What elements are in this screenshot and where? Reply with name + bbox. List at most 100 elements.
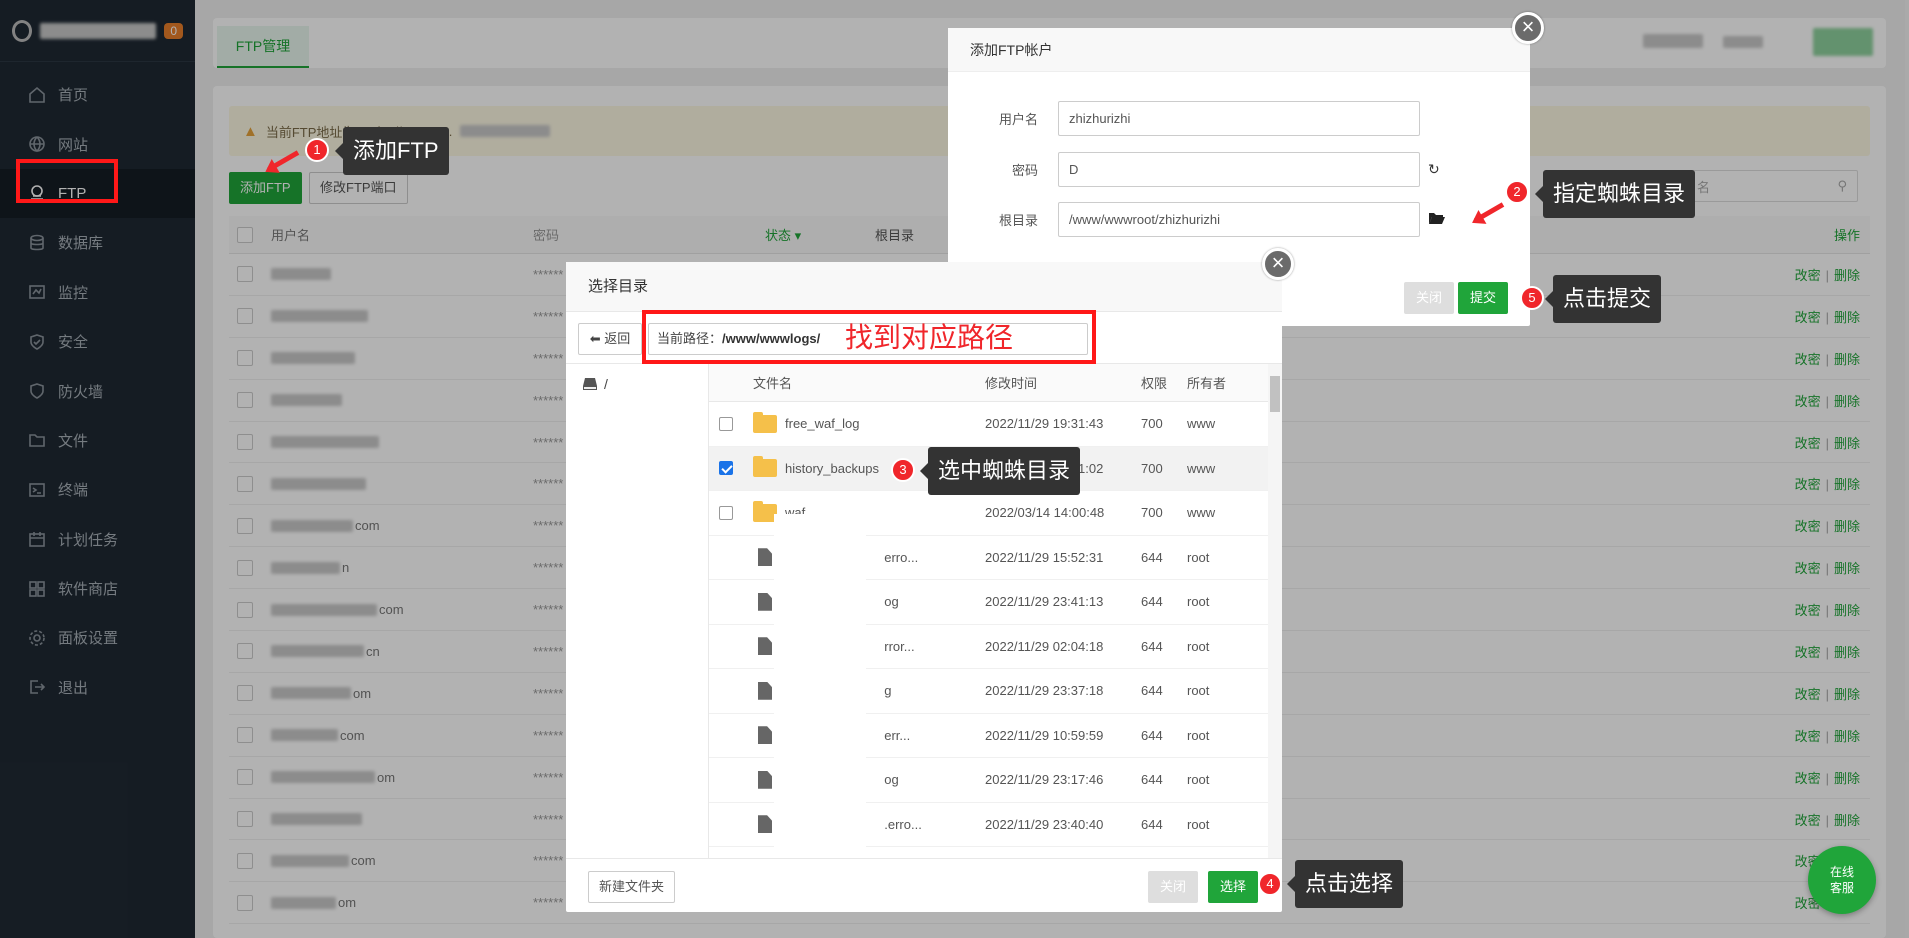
file-icon xyxy=(758,592,772,611)
back-button[interactable]: ⬅ 返回 xyxy=(578,323,642,355)
dir-item-owner: www xyxy=(1187,416,1216,432)
step-badge-1: 1 xyxy=(305,138,329,162)
tip-add-ftp: 添加FTP xyxy=(335,127,449,175)
col-perm: 权限 xyxy=(1141,376,1168,391)
password-row: 密码 D ↻ xyxy=(948,152,1530,187)
dir-item-time: 2022/11/29 02:04:18 xyxy=(985,638,1104,654)
tree-root-label: / xyxy=(604,376,608,392)
path-hint-label: 找到对应路径 xyxy=(845,322,1014,353)
dir-item-perm: 700 xyxy=(1141,416,1163,432)
dir-list-scrollbar[interactable] xyxy=(1268,364,1282,858)
step-badge-4: 4 xyxy=(1258,872,1282,896)
dir-item-time: 2022/11/29 23:40:40 xyxy=(985,816,1104,832)
dir-item-time: 2022/11/29 10:59:59 xyxy=(985,727,1104,743)
select-dir-title: 选择目录 xyxy=(566,262,1282,312)
ftp-dialog-submit-button[interactable]: 提交 xyxy=(1458,282,1508,314)
dir-dialog-select-button[interactable]: 选择 xyxy=(1208,871,1258,903)
dir-item-time: 2022/11/29 23:37:18 xyxy=(985,683,1104,699)
dir-list-header: 文件名 修改时间 权限 所有者 xyxy=(709,364,1282,402)
root-dir-row: 根目录 /www/wwwroot/zhizhurizhi xyxy=(948,202,1530,237)
folder-open-icon[interactable] xyxy=(1428,211,1446,228)
step-badge-3: 3 xyxy=(891,458,915,482)
highlight-ftp-menu xyxy=(16,159,118,203)
dir-item-owner: root xyxy=(1187,772,1210,788)
dir-item-checkbox[interactable] xyxy=(719,505,733,520)
file-icon xyxy=(758,637,772,656)
dir-item-checkbox[interactable] xyxy=(719,416,733,431)
dir-item-owner: www xyxy=(1187,505,1216,521)
tree-root-item[interactable]: / xyxy=(582,376,608,392)
tip-specify-dir: 指定蜘蛛目录 xyxy=(1534,170,1696,218)
online-support-button[interactable]: 在线 客服 xyxy=(1808,846,1876,914)
add-ftp-dialog-title: 添加FTP帐户 xyxy=(948,28,1530,72)
dir-item-perm: 644 xyxy=(1141,816,1163,832)
dir-item-owner: www xyxy=(1187,460,1216,476)
dir-item-owner: root xyxy=(1187,638,1210,654)
dir-item-perm: 644 xyxy=(1141,727,1163,743)
step-badge-5: 5 xyxy=(1520,286,1544,310)
dir-item-perm: 644 xyxy=(1141,638,1163,654)
folder-icon xyxy=(753,456,777,478)
tip-select-spider-dir: 选中蜘蛛目录 xyxy=(919,447,1081,495)
dir-item-perm: 644 xyxy=(1141,772,1163,788)
username-label: 用户名 xyxy=(998,112,1038,127)
file-icon xyxy=(758,681,772,700)
file-icon xyxy=(758,548,772,567)
tip-click-submit: 点击提交 xyxy=(1544,275,1662,323)
dir-item-name-cell: free_waf_log xyxy=(753,411,985,433)
dir-item-owner: root xyxy=(1187,727,1210,743)
password-input[interactable]: D xyxy=(1058,152,1420,187)
dir-item-name-tail: .erro... xyxy=(884,816,922,832)
dir-item-time: 2022/03/14 14:00:48 xyxy=(985,505,1105,521)
username-input[interactable]: zhizhurizhi xyxy=(1058,101,1420,136)
username-row: 用户名 zhizhurizhi xyxy=(948,101,1530,136)
dir-item-checkbox[interactable] xyxy=(719,461,733,476)
filename-redaction xyxy=(774,514,866,854)
dir-item-name-tail: err... xyxy=(884,727,911,743)
dir-dialog-close-button[interactable]: 关闭 xyxy=(1148,871,1198,903)
root-dir-input[interactable]: /www/wwwroot/zhizhurizhi xyxy=(1058,202,1420,237)
dir-item-name-tail: og xyxy=(884,594,899,610)
folder-icon xyxy=(753,411,777,433)
ftp-dialog-close-icon[interactable]: × xyxy=(1512,12,1544,44)
dir-item-name-tail: g xyxy=(884,683,892,699)
dir-item-time: 2022/11/29 23:17:46 xyxy=(985,772,1104,788)
dir-item-perm: 700 xyxy=(1141,460,1163,476)
root-dir-label: 根目录 xyxy=(998,213,1038,228)
dir-item-time: 2022/11/29 15:52:31 xyxy=(985,549,1104,565)
select-dir-footer: 新建文件夹 关闭 选择 xyxy=(566,858,1282,912)
dir-item-owner: root xyxy=(1187,549,1210,565)
dir-item-owner: root xyxy=(1187,594,1210,610)
dir-item-time: 2022/11/29 23:41:13 xyxy=(985,594,1104,610)
col-filename: 文件名 xyxy=(753,376,793,391)
file-icon xyxy=(758,815,772,834)
app-root: 0 首页 网站 FTP 数据库 监控 安全 防火墙 文件 终端 计划任务 软件商… xyxy=(0,0,1909,938)
support-line2: 客服 xyxy=(1829,881,1854,895)
col-owner: 所有者 xyxy=(1187,376,1227,391)
dir-list-item[interactable]: free_waf_log 2022/11/29 19:31:43 700 www xyxy=(709,402,1282,447)
password-label: 密码 xyxy=(1011,163,1038,178)
dir-item-owner: root xyxy=(1187,816,1210,832)
dir-item-perm: 644 xyxy=(1141,594,1163,610)
page-scrollbar[interactable] xyxy=(1905,0,1909,720)
new-folder-button[interactable]: 新建文件夹 xyxy=(588,871,676,903)
dir-tree: / xyxy=(566,364,709,858)
back-button-label: 返回 xyxy=(604,331,631,346)
dir-item-perm: 644 xyxy=(1141,549,1163,565)
dir-item-name-tail: rror... xyxy=(884,638,915,654)
dir-file-list: 文件名 修改时间 权限 所有者 free_waf_log 2022/11/29 1… xyxy=(709,364,1282,858)
scrollbar-thumb[interactable] xyxy=(1270,376,1280,412)
dir-item-name-tail: og xyxy=(884,772,899,788)
dir-item-name: free_waf_log xyxy=(785,416,860,432)
dir-item-perm: 644 xyxy=(1141,683,1163,699)
dir-item-perm: 700 xyxy=(1141,505,1163,521)
dir-item-time: 2022/11/29 19:31:43 xyxy=(985,416,1104,432)
file-icon xyxy=(758,726,772,745)
step-badge-2: 2 xyxy=(1505,180,1529,204)
dir-item-owner: root xyxy=(1187,683,1210,699)
dir-dialog-close-icon[interactable]: × xyxy=(1262,248,1294,280)
ftp-dialog-close-button[interactable]: 关闭 xyxy=(1404,282,1454,314)
refresh-password-icon[interactable]: ↻ xyxy=(1428,161,1440,178)
dir-item-name: history_backups xyxy=(785,460,879,476)
col-modtime: 修改时间 xyxy=(985,376,1038,391)
